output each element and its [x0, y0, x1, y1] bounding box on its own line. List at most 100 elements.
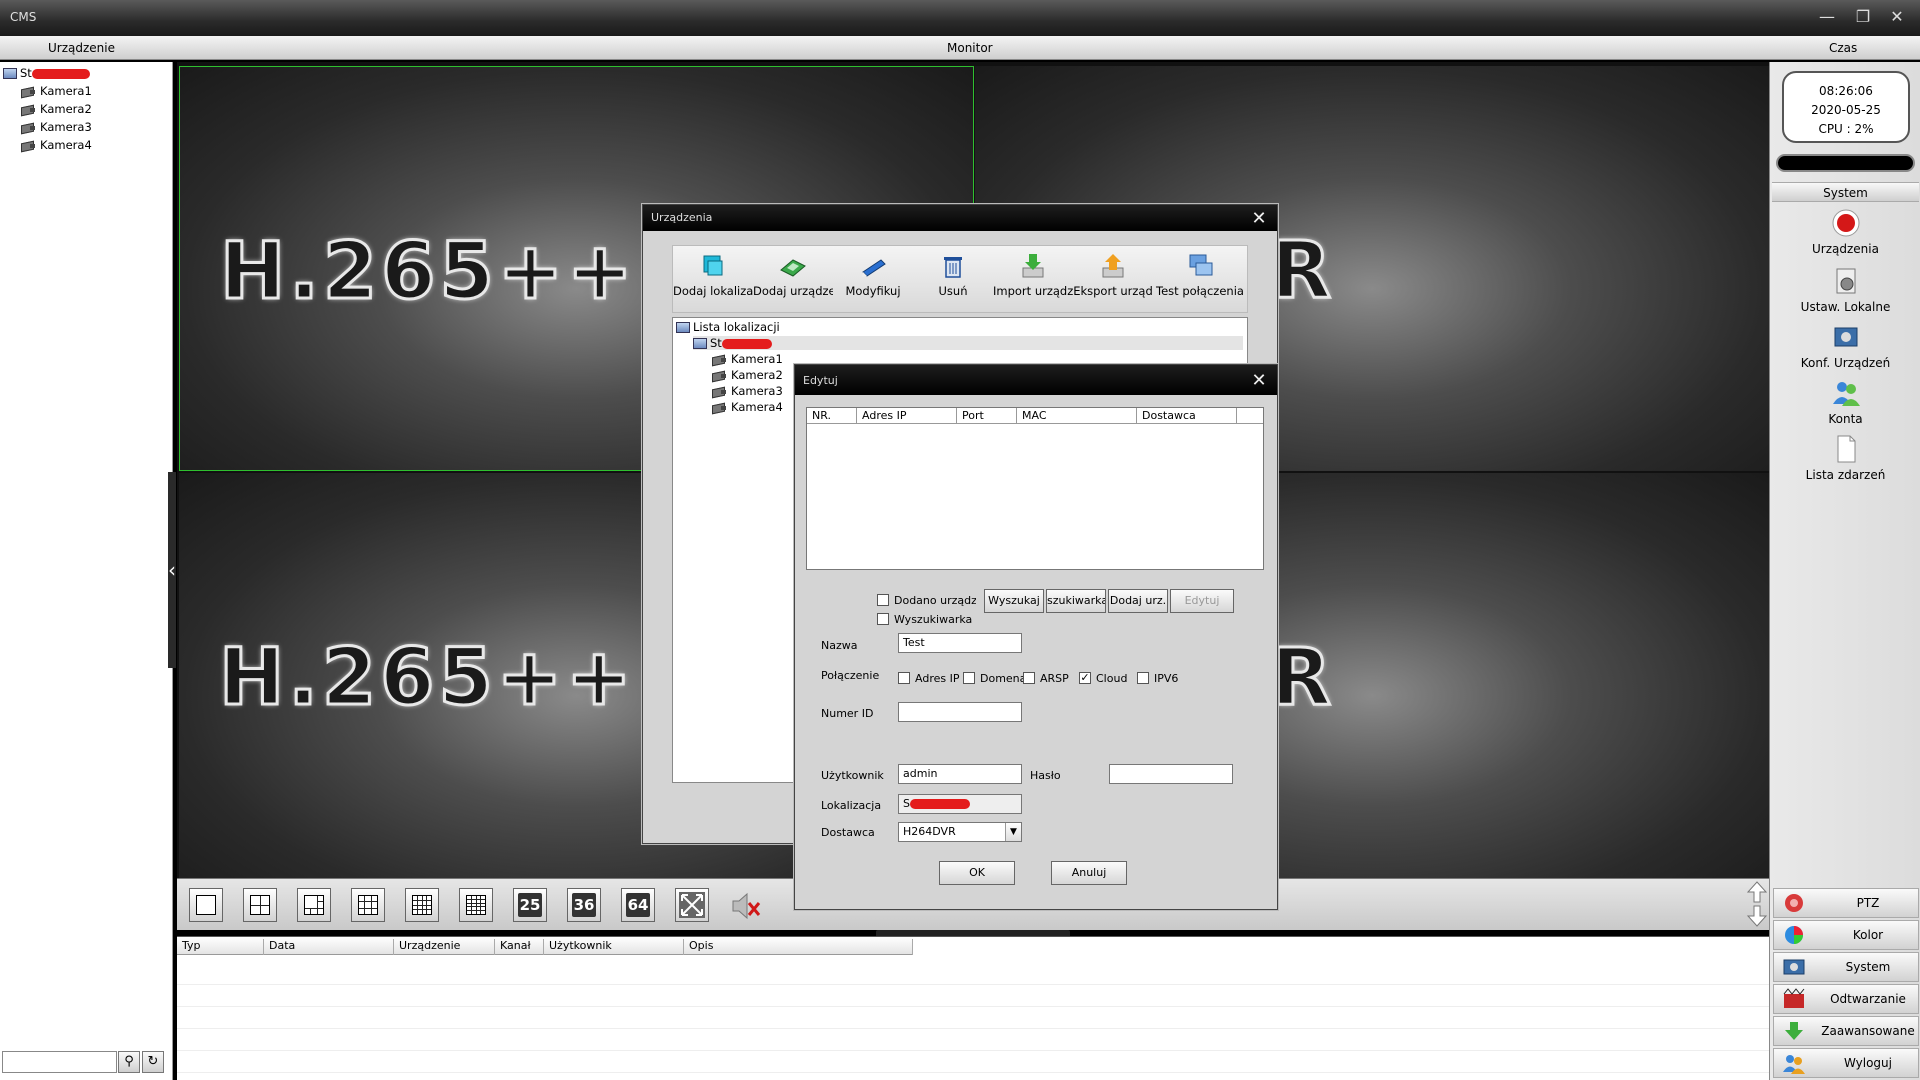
vendor-select[interactable]: H264DVR ▼ — [898, 822, 1022, 842]
col-device[interactable]: Urządzenie — [393, 939, 460, 955]
search-engine-checkbox[interactable] — [877, 613, 889, 625]
search-engine-button[interactable]: szukiwarka I — [1046, 589, 1106, 613]
devices-label: Urządzenia — [1812, 242, 1879, 256]
devices-menu-item[interactable]: Urządzenia — [1770, 208, 1920, 256]
device-tree-panel: St Kamera1 Kamera2 Kamera3 Kamera4 — [0, 62, 173, 1080]
add-device-button[interactable]: Dodaj urządzen — [753, 252, 833, 298]
minimize-icon[interactable]: — — [1816, 6, 1838, 28]
window-title: CMS — [10, 10, 37, 24]
close-icon[interactable]: ✕ — [1249, 370, 1269, 391]
close-icon[interactable]: ✕ — [1886, 6, 1908, 28]
col-type[interactable]: Typ — [177, 939, 201, 955]
import-button[interactable]: Import urządze — [993, 252, 1073, 298]
device-config-label: Konf. Urządzeń — [1800, 356, 1891, 370]
table-row — [177, 967, 1769, 985]
location-input[interactable]: S — [898, 794, 1022, 814]
ptz-button[interactable]: PTZ — [1773, 888, 1919, 918]
col-ip[interactable]: Adres IP — [857, 408, 957, 424]
password-input[interactable] — [1109, 764, 1233, 784]
camera-icon — [711, 370, 727, 381]
tree-camera-item[interactable]: Kamera4 — [711, 400, 783, 414]
tree-location-label: St — [710, 336, 722, 350]
domain-checkbox[interactable] — [963, 672, 975, 684]
camera-label: Kamera4 — [40, 138, 92, 152]
col-vendor[interactable]: Dostawca — [1137, 408, 1237, 424]
layout-16-button[interactable] — [405, 888, 439, 922]
vendor-label: Dostawca — [821, 826, 875, 839]
camera-icon — [711, 402, 727, 413]
playback-button[interactable]: Odtwarzanie — [1773, 984, 1919, 1014]
id-input[interactable] — [898, 702, 1022, 722]
ipv6-checkbox[interactable] — [1137, 672, 1149, 684]
maximize-icon[interactable]: ❐ — [1852, 6, 1874, 28]
cloud-checkbox[interactable]: ✓ — [1079, 672, 1091, 684]
tree-camera-item[interactable]: Kamera3 — [711, 384, 783, 398]
cancel-button[interactable]: Anuluj — [1051, 861, 1127, 885]
system-button[interactable]: System — [1773, 952, 1919, 982]
logout-button[interactable]: Wyloguj — [1773, 1048, 1919, 1078]
chevron-down-icon[interactable]: ▼ — [1005, 823, 1021, 841]
advanced-button[interactable]: Zaawansowane — [1773, 1016, 1919, 1046]
ip-address-checkbox[interactable] — [898, 672, 910, 684]
col-mac[interactable]: MAC — [1017, 408, 1137, 424]
modify-button[interactable]: Modyfikuj — [833, 252, 913, 298]
event-list-menu-item[interactable]: Lista zdarzeń — [1770, 434, 1920, 482]
users-icon — [1832, 382, 1860, 406]
tree-location-item[interactable]: St — [693, 336, 1243, 350]
tree-root-item[interactable]: St — [3, 66, 90, 80]
col-user[interactable]: Użytkownik — [543, 939, 612, 955]
system-section-header: System — [1772, 182, 1919, 202]
layout-1-button[interactable] — [189, 888, 223, 922]
layout-6-button[interactable] — [297, 888, 331, 922]
device-search-input[interactable] — [2, 1051, 117, 1073]
panel-collapse-handle[interactable]: ‹ — [168, 472, 176, 668]
tree-camera-item[interactable]: Kamera1 — [20, 84, 92, 98]
color-button[interactable]: Kolor — [1773, 920, 1919, 950]
device-config-menu-item[interactable]: Konf. Urządzeń — [1770, 322, 1920, 370]
name-input[interactable]: Test — [898, 633, 1022, 653]
add-device-button[interactable]: Dodaj urz. — [1108, 589, 1168, 613]
tree-camera-item[interactable]: Kamera3 — [20, 120, 92, 134]
col-channel[interactable]: Kanał — [494, 939, 531, 955]
user-input[interactable]: admin — [898, 764, 1022, 784]
delete-button[interactable]: Usuń — [913, 252, 993, 298]
local-settings-menu-item[interactable]: Ustaw. Lokalne — [1770, 266, 1920, 314]
layout-25-button[interactable]: 25 — [513, 888, 547, 922]
layout-4-button[interactable] — [243, 888, 277, 922]
arsp-checkbox[interactable] — [1023, 672, 1035, 684]
camera-label: Kamera3 — [731, 384, 783, 398]
tree-camera-item[interactable]: Kamera4 — [20, 138, 92, 152]
edit-button[interactable]: Edytuj — [1170, 589, 1234, 613]
tree-camera-item[interactable]: Kamera2 — [20, 102, 92, 116]
col-description[interactable]: Opis — [683, 939, 713, 955]
layout-64-button[interactable]: 64 — [621, 888, 655, 922]
col-nr[interactable]: NR. — [807, 408, 857, 424]
tree-camera-item[interactable]: Kamera1 — [711, 352, 783, 366]
search-icon[interactable]: ⚲ — [118, 1051, 140, 1073]
ok-button[interactable]: OK — [939, 861, 1015, 885]
add-location-button[interactable]: Dodaj lokalizac — [673, 252, 753, 298]
col-port[interactable]: Port — [957, 408, 1017, 424]
col-date[interactable]: Data — [263, 939, 295, 955]
tree-camera-item[interactable]: Kamera2 — [711, 368, 783, 382]
tree-root-item[interactable]: Lista lokalizacji — [676, 320, 780, 334]
layout-9-icon — [358, 895, 378, 915]
accounts-menu-item[interactable]: Konta — [1770, 378, 1920, 426]
layout-20-button[interactable] — [459, 888, 493, 922]
layout-9-button[interactable] — [351, 888, 385, 922]
add-device-icon — [780, 259, 806, 277]
fullscreen-button[interactable] — [675, 888, 709, 922]
settings-icon — [1836, 268, 1855, 294]
layout-36-button[interactable]: 36 — [567, 888, 601, 922]
search-button[interactable]: Wyszukaj — [984, 589, 1044, 613]
mute-icon[interactable] — [729, 891, 763, 921]
test-connection-button[interactable]: Test połączenia — [1153, 252, 1247, 298]
close-icon[interactable]: ✕ — [1249, 208, 1269, 229]
refresh-icon[interactable]: ↻ — [142, 1051, 164, 1073]
clock-date: 2020-05-25 — [1811, 103, 1881, 117]
playback-icon — [1783, 988, 1805, 1008]
toolbar-scroll-arrows[interactable] — [1746, 880, 1768, 928]
added-devices-checkbox[interactable] — [877, 594, 889, 606]
search-results-list[interactable]: NR. Adres IP Port MAC Dostawca — [806, 407, 1264, 570]
export-button[interactable]: Eksport urząd — [1073, 252, 1153, 298]
